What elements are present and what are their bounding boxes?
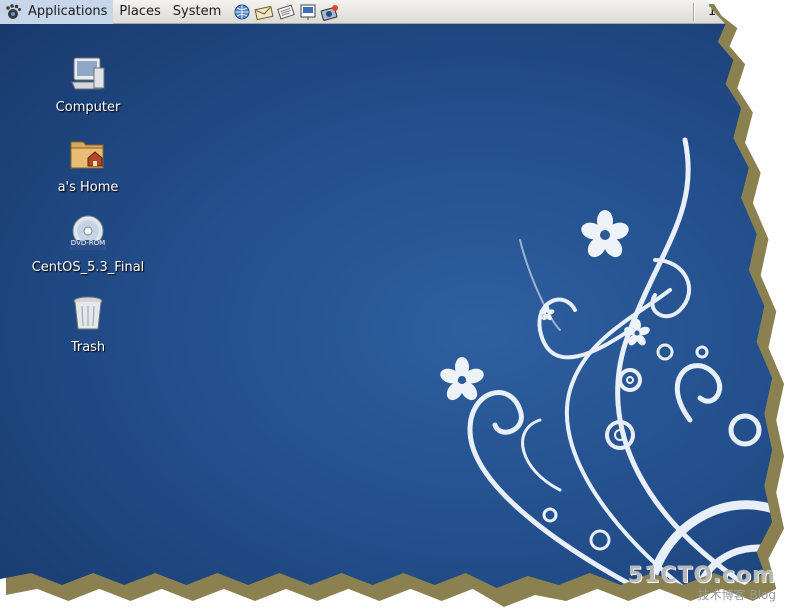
screenshot-icon[interactable]: [319, 2, 341, 22]
email-client-icon[interactable]: [253, 2, 275, 22]
dvd-icon: DVD-ROM: [66, 212, 110, 256]
panel-separator: [693, 3, 695, 21]
applications-menu-label: Applications: [28, 4, 108, 19]
desktop-icon-computer[interactable]: Computer: [30, 52, 146, 115]
panel-launchers: [231, 2, 341, 22]
wallpaper-floral-art: [440, 137, 773, 588]
system-menu[interactable]: System: [167, 0, 227, 24]
gnome-foot-icon: [6, 3, 21, 19]
applications-menu[interactable]: Applications: [0, 0, 114, 24]
desktop-icon-label: CentOS_5.3_Final: [31, 260, 145, 275]
system-menu-label: System: [172, 4, 222, 19]
trash-icon: [66, 292, 110, 336]
watermark-subtitle: 技术博客 Blog: [697, 588, 776, 602]
desktop-icon-home[interactable]: a's Home: [30, 132, 146, 195]
text-editor-icon[interactable]: [275, 2, 297, 22]
web-browser-icon[interactable]: [231, 2, 253, 22]
desktop[interactable]: Applications Places System 12:1 Computer…: [0, 0, 773, 588]
desktop-icon-label: Trash: [70, 340, 106, 355]
desktop-icon-trash[interactable]: Trash: [30, 292, 146, 355]
watermark: 51CTO.com 技术博客 Blog: [628, 563, 776, 603]
computer-icon: [66, 52, 110, 96]
desktop-icon-label: a's Home: [57, 180, 119, 195]
places-menu-label: Places: [119, 4, 161, 19]
watermark-logo: 51CTO.com: [627, 563, 776, 588]
places-menu[interactable]: Places: [113, 0, 166, 24]
top-panel: Applications Places System 12:1: [0, 0, 773, 24]
desktop-icon-dvd[interactable]: DVD-ROM CentOS_5.3_Final: [30, 212, 146, 275]
desktop-icon-label: Computer: [55, 100, 121, 115]
home-folder-icon: [66, 132, 110, 176]
presentation-icon[interactable]: [297, 2, 319, 22]
dvd-rom-badge: DVD-ROM: [70, 239, 106, 247]
